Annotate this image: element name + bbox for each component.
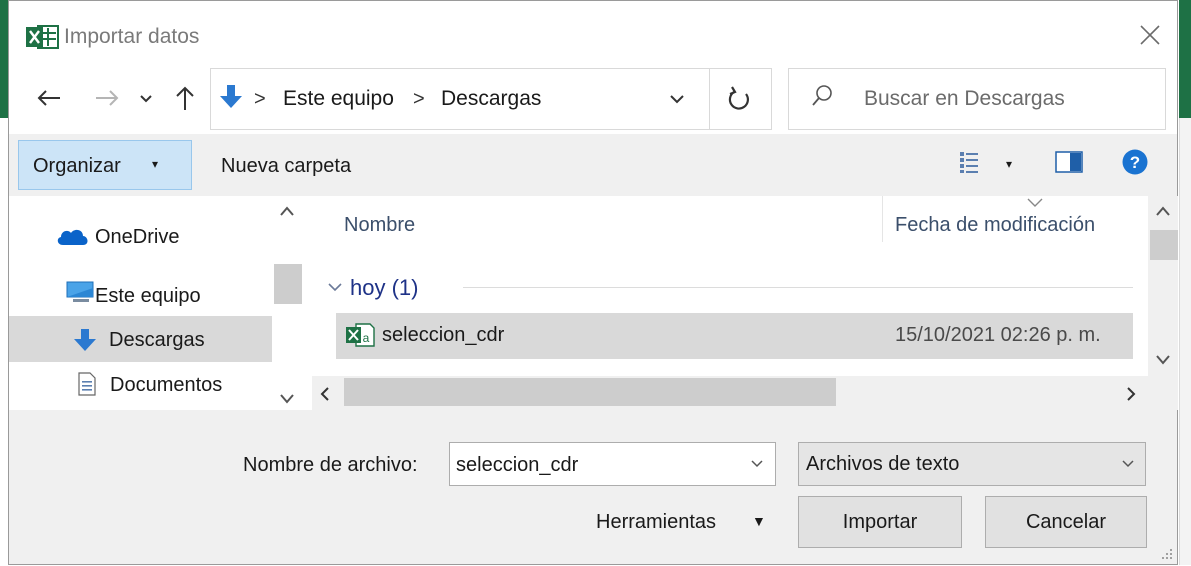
- scroll-down-icon[interactable]: [278, 392, 296, 406]
- tools-button[interactable]: Herramientas: [596, 509, 716, 535]
- cloud-icon: [55, 226, 91, 246]
- forward-arrow-icon[interactable]: [92, 86, 122, 110]
- filetype-value[interactable]: Archivos de texto: [806, 451, 959, 477]
- scroll-down-icon[interactable]: [1154, 353, 1172, 367]
- filename-value[interactable]: seleccion_cdr: [456, 452, 578, 478]
- nav-scrollbar-thumb[interactable]: [274, 264, 302, 304]
- recent-locations-chevron-icon[interactable]: [138, 90, 154, 106]
- svg-text:a: a: [363, 331, 370, 345]
- group-heading[interactable]: hoy (1): [350, 274, 418, 302]
- organize-label[interactable]: Organizar: [33, 153, 121, 179]
- up-arrow-icon[interactable]: [172, 84, 198, 112]
- document-icon: [77, 372, 97, 396]
- excel-csv-icon: a: [346, 322, 376, 348]
- sidebar-item-este-equipo[interactable]: Este equipo: [95, 283, 201, 309]
- column-header-name[interactable]: Nombre: [344, 212, 415, 238]
- divider: [709, 68, 710, 130]
- refresh-icon[interactable]: [724, 84, 754, 114]
- download-arrow-icon: [218, 84, 244, 110]
- caret-down-icon[interactable]: ▾: [152, 157, 158, 171]
- next-group-heading-cut: [344, 368, 644, 376]
- sidebar-item-documentos[interactable]: Documentos: [110, 372, 222, 398]
- excel-ribbon-edge-right: [1179, 0, 1191, 118]
- vertical-scrollbar[interactable]: [1148, 196, 1178, 410]
- chevron-down-icon[interactable]: [1120, 455, 1136, 471]
- import-label[interactable]: Importar: [798, 509, 962, 535]
- new-folder-label[interactable]: Nueva carpeta: [221, 153, 351, 179]
- breadcrumb-separator[interactable]: >: [254, 86, 266, 112]
- back-arrow-icon[interactable]: [34, 86, 64, 110]
- breadcrumb-separator[interactable]: >: [413, 86, 425, 112]
- view-options-icon[interactable]: [958, 150, 982, 174]
- chevron-down-icon[interactable]: [749, 455, 765, 471]
- chevron-down-icon[interactable]: [668, 90, 686, 108]
- search-input[interactable]: Buscar en Descargas: [864, 86, 1065, 112]
- vertical-scrollbar-thumb[interactable]: [1150, 230, 1178, 260]
- breadcrumb-descargas[interactable]: Descargas: [441, 86, 541, 112]
- group-divider: [463, 287, 1133, 288]
- caret-down-icon[interactable]: ▼: [752, 513, 766, 529]
- help-icon[interactable]: ?: [1122, 149, 1148, 175]
- sidebar-item-descargas[interactable]: Descargas: [109, 327, 205, 353]
- scroll-up-icon[interactable]: [1154, 204, 1172, 218]
- svg-text:?: ?: [1130, 153, 1140, 172]
- group-collapse-icon[interactable]: [327, 280, 343, 294]
- excel-icon: [26, 24, 60, 50]
- worksheet-edge: [1179, 118, 1191, 565]
- search-icon: [810, 84, 834, 108]
- column-header-date[interactable]: Fecha de modificación: [895, 212, 1095, 238]
- download-arrow-icon: [73, 328, 97, 352]
- resize-grip-icon[interactable]: [1158, 545, 1174, 561]
- dialog-title: Importar datos: [64, 25, 200, 48]
- cancel-label[interactable]: Cancelar: [985, 509, 1147, 535]
- file-modified-date: 15/10/2021 02:26 p. m.: [895, 324, 1101, 346]
- scroll-left-icon[interactable]: [318, 386, 332, 402]
- column-divider[interactable]: [882, 196, 883, 242]
- view-caret-down-icon[interactable]: ▾: [1006, 157, 1012, 171]
- preview-pane-icon[interactable]: [1053, 150, 1085, 174]
- sidebar-item-onedrive[interactable]: OneDrive: [95, 224, 179, 250]
- computer-icon: [65, 280, 95, 304]
- scroll-up-icon[interactable]: [278, 204, 296, 218]
- scroll-right-icon[interactable]: [1124, 386, 1138, 402]
- sort-chevron-icon: [1026, 196, 1044, 208]
- filename-label: Nombre de archivo:: [243, 454, 418, 476]
- close-icon[interactable]: [1137, 22, 1163, 48]
- horizontal-scrollbar-thumb[interactable]: [344, 378, 836, 406]
- breadcrumb-este-equipo[interactable]: Este equipo: [283, 86, 394, 112]
- file-name[interactable]: seleccion_cdr: [382, 322, 504, 348]
